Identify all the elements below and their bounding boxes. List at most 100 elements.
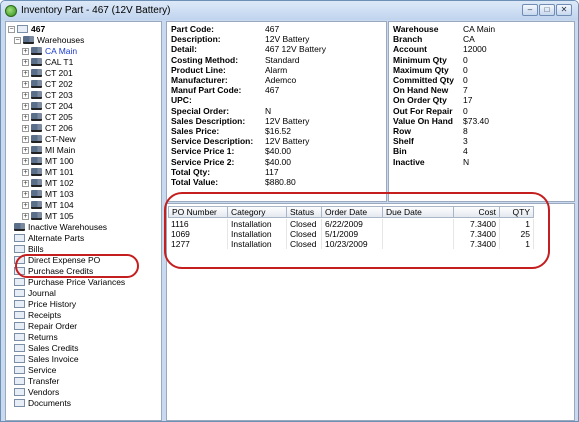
- maximize-button[interactable]: □: [539, 4, 555, 16]
- title-bar[interactable]: Inventory Part - 467 (12V Battery) – □ ✕: [1, 1, 578, 20]
- purchase-orders-grid[interactable]: PO Number Category Status Order Date Due Dat…: [166, 203, 575, 421]
- tree-node-purchase-price-variances[interactable]: Purchase Price Variances: [14, 277, 125, 287]
- tree-node-sales-credits[interactable]: Sales Credits: [14, 343, 79, 353]
- tree-warehouse-item[interactable]: + CA Main: [22, 46, 77, 56]
- tree-node-alternate-parts[interactable]: Alternate Parts: [14, 233, 84, 243]
- expand-icon[interactable]: +: [22, 146, 29, 154]
- tree-warehouse-item[interactable]: + MT 100: [22, 156, 74, 166]
- tree-warehouse-item[interactable]: + CT 202: [22, 79, 73, 89]
- field-value: CA: [463, 34, 475, 45]
- tree-node-documents[interactable]: Documents: [14, 398, 71, 408]
- tree-node-service[interactable]: Service: [14, 365, 56, 375]
- tree-node-bills[interactable]: Bills: [14, 244, 44, 254]
- tree-warehouse-item[interactable]: + CT-New: [22, 134, 76, 144]
- warehouse-field-row: Value On Hand $73.40: [393, 116, 489, 126]
- tree-warehouse-label: CT 201: [45, 68, 73, 78]
- expand-icon[interactable]: +: [22, 113, 29, 121]
- tree-warehouse-item[interactable]: + CT 205: [22, 112, 73, 122]
- field-label: On Hand New: [393, 85, 449, 96]
- truck-icon: [31, 102, 42, 110]
- tree-node-vendors[interactable]: Vendors: [14, 387, 59, 397]
- tree-node-label: Journal: [28, 288, 56, 298]
- tree-node-label: Alternate Parts: [28, 233, 85, 243]
- column-header-order-date[interactable]: Order Date: [322, 206, 383, 218]
- warehouse-field-row: Account 12000: [393, 45, 487, 54]
- tree-warehouse-label: CT 204: [45, 101, 73, 111]
- expand-icon[interactable]: +: [22, 212, 29, 220]
- tree-node-inactive-warehouses[interactable]: Inactive Warehouses: [14, 222, 107, 232]
- field-label: Sales Description:: [171, 115, 246, 126]
- tree-warehouse-item[interactable]: + MT 101: [22, 167, 74, 177]
- tree-node-receipts[interactable]: Receipts: [14, 310, 61, 320]
- field-label: Service Price 1:: [171, 146, 235, 157]
- service-icon: [14, 366, 25, 374]
- expand-icon[interactable]: +: [22, 157, 29, 165]
- expand-icon[interactable]: +: [22, 80, 29, 88]
- expand-icon[interactable]: +: [22, 179, 29, 187]
- repair-order-icon: [14, 322, 25, 330]
- tree-warehouse-item[interactable]: + CT 204: [22, 101, 73, 111]
- expand-icon[interactable]: +: [22, 102, 29, 110]
- tree-warehouse-item[interactable]: + CT 203: [22, 90, 73, 100]
- expand-icon[interactable]: +: [22, 47, 29, 55]
- table-row[interactable]: 1116 Installation Closed 6/22/2009 7.3400 1: [168, 219, 534, 229]
- warehouse-field-row: Minimum Qty 0: [393, 55, 468, 65]
- tree-node-price-history[interactable]: Price History: [14, 299, 76, 309]
- close-button[interactable]: ✕: [556, 4, 572, 16]
- expand-icon[interactable]: +: [22, 201, 29, 209]
- expand-icon[interactable]: +: [22, 58, 29, 66]
- tree-node-purchase-credits[interactable]: Purchase Credits: [14, 266, 93, 276]
- tree-warehouse-item[interactable]: + MT 105: [22, 211, 74, 221]
- warehouse-field-row: Maximum Qty 0: [393, 65, 468, 75]
- expand-icon[interactable]: +: [22, 124, 29, 132]
- field-label: Product Line:: [171, 64, 226, 75]
- column-header-cost[interactable]: Cost: [454, 206, 500, 218]
- table-cell: 1116: [168, 219, 228, 229]
- field-label: Sales Price:: [171, 126, 220, 136]
- tree-warehouse-item[interactable]: + CT 201: [22, 68, 73, 78]
- tree-node-returns[interactable]: Returns: [14, 332, 58, 342]
- tree-root[interactable]: − 467: [8, 24, 45, 34]
- column-header-po-number[interactable]: PO Number: [168, 206, 228, 218]
- tree-node-sales-invoice[interactable]: Sales Invoice: [14, 354, 79, 364]
- tree-node-repair-order[interactable]: Repair Order: [14, 321, 77, 331]
- tree-node-warehouses[interactable]: − Warehouses: [14, 35, 84, 45]
- expand-icon[interactable]: +: [22, 190, 29, 198]
- warehouse-field-row: Row 8: [393, 127, 468, 136]
- column-header-qty[interactable]: QTY: [500, 206, 534, 218]
- truck-icon: [31, 190, 42, 198]
- tree-node-direct-expense-po[interactable]: Direct Expense PO: [14, 255, 100, 265]
- field-label: Committed Qty: [393, 75, 454, 85]
- field-value: 0: [463, 105, 468, 116]
- tree-node-transfer[interactable]: Transfer: [14, 376, 59, 386]
- navigation-tree[interactable]: − 467 − Warehouses + CA Main + CAL T1 + CT 20…: [5, 21, 162, 421]
- tree-warehouse-item[interactable]: + CT 206: [22, 123, 73, 133]
- expand-icon[interactable]: +: [22, 69, 29, 77]
- collapse-icon[interactable]: −: [14, 36, 21, 44]
- tree-warehouse-item[interactable]: + MI Main: [22, 145, 75, 155]
- table-cell: 7.3400: [454, 219, 500, 229]
- collapse-icon[interactable]: −: [8, 25, 15, 33]
- truck-icon: [31, 212, 42, 220]
- tree-warehouse-item[interactable]: + MT 103: [22, 189, 74, 199]
- tree-warehouse-label: CA Main: [45, 46, 78, 56]
- table-cell: 25: [500, 229, 534, 239]
- tree-warehouse-item[interactable]: + MT 102: [22, 178, 74, 188]
- warehouse-field-row: On Order Qty 17: [393, 96, 472, 105]
- table-row[interactable]: 1069 Installation Closed 5/1/2009 7.3400 25: [168, 229, 534, 239]
- column-header-due-date[interactable]: Due Date: [383, 206, 454, 218]
- column-header-status[interactable]: Status: [287, 206, 322, 218]
- tree-warehouse-label: CT 206: [45, 123, 73, 133]
- expand-icon[interactable]: +: [22, 135, 29, 143]
- minimize-button[interactable]: –: [522, 4, 538, 16]
- expand-icon[interactable]: +: [22, 91, 29, 99]
- field-label: Description:: [171, 34, 221, 45]
- expand-icon[interactable]: +: [22, 168, 29, 176]
- tree-warehouse-item[interactable]: + MT 104: [22, 200, 74, 210]
- table-row[interactable]: 1277 Installation Closed 10/23/2009 7.3400 1: [168, 239, 534, 249]
- field-label: Bin: [393, 146, 407, 157]
- tree-node-journal[interactable]: Journal: [14, 288, 56, 298]
- tree-warehouse-item[interactable]: + CAL T1: [22, 57, 73, 67]
- column-header-category[interactable]: Category: [228, 206, 287, 218]
- field-value: 8: [463, 126, 468, 136]
